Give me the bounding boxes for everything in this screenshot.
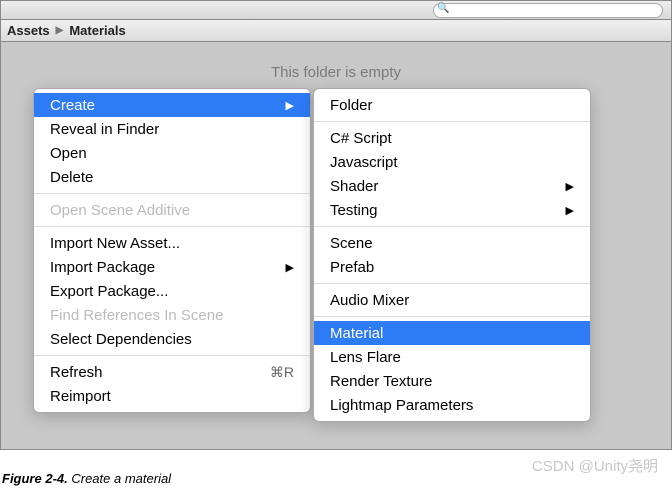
menu-separator	[314, 226, 590, 227]
content-area[interactable]: This folder is empty Create ▶ Reveal in Fi…	[1, 42, 671, 449]
menu-separator	[314, 283, 590, 284]
menu-item-testing[interactable]: Testing ▶	[314, 198, 590, 222]
search-icon: 🔍	[437, 3, 449, 14]
breadcrumb-current[interactable]: Materials	[63, 23, 131, 38]
menu-item-label: Lens Flare	[330, 349, 401, 366]
submenu-arrow-icon: ▶	[566, 204, 574, 217]
menu-item-label: Select Dependencies	[50, 331, 192, 348]
menu-item-export-package-[interactable]: Export Package...	[34, 279, 310, 303]
menu-item-label: Find References In Scene	[50, 307, 223, 324]
menu-item-prefab[interactable]: Prefab	[314, 255, 590, 279]
menu-item-import-new-asset-[interactable]: Import New Asset...	[34, 231, 310, 255]
breadcrumb: Assets ▶ Materials	[1, 20, 671, 42]
menu-separator	[314, 121, 590, 122]
figure-number: Figure 2-4.	[2, 471, 68, 486]
menu-item-label: Prefab	[330, 259, 374, 276]
project-window: 🔍 Assets ▶ Materials This folder is empt…	[0, 0, 672, 450]
menu-item-label: Shader	[330, 178, 378, 195]
menu-item-reimport[interactable]: Reimport	[34, 384, 310, 408]
menu-item-label: Scene	[330, 235, 373, 252]
menu-item-label: Render Texture	[330, 373, 432, 390]
menu-item-javascript[interactable]: Javascript	[314, 150, 590, 174]
menu-item-render-texture[interactable]: Render Texture	[314, 369, 590, 393]
menu-item-label: Testing	[330, 202, 378, 219]
menu-item-label: Create	[50, 97, 95, 114]
menu-item-folder[interactable]: Folder	[314, 93, 590, 117]
menu-separator	[34, 355, 310, 356]
figure-text: Create a material	[68, 471, 171, 486]
search-container: 🔍	[433, 2, 663, 19]
menu-item-scene[interactable]: Scene	[314, 231, 590, 255]
menu-item-label: Open Scene Additive	[50, 202, 190, 219]
menu-item-label: Audio Mixer	[330, 292, 409, 309]
titlebar: 🔍	[1, 0, 671, 20]
menu-item-label: Reveal in Finder	[50, 121, 159, 138]
menu-item-label: Import Package	[50, 259, 155, 276]
menu-item-open[interactable]: Open	[34, 141, 310, 165]
menu-item-label: Material	[330, 325, 383, 342]
menu-item-refresh[interactable]: Refresh ⌘R	[34, 360, 310, 384]
menu-item-label: Export Package...	[50, 283, 168, 300]
watermark: CSDN @Unity尧明	[532, 455, 658, 476]
menu-separator	[314, 316, 590, 317]
menu-item-label: Folder	[330, 97, 373, 114]
submenu-arrow-icon: ▶	[566, 180, 574, 193]
menu-separator	[34, 193, 310, 194]
empty-folder-text: This folder is empty	[1, 64, 671, 81]
chevron-right-icon: ▶	[56, 25, 64, 36]
breadcrumb-root[interactable]: Assets	[1, 23, 56, 38]
figure-caption: Figure 2-4. Create a material	[2, 471, 171, 486]
context-menu: Create ▶ Reveal in Finder Open Delete Open Sc…	[33, 88, 311, 413]
search-input[interactable]	[433, 3, 663, 18]
menu-item-material[interactable]: Material	[314, 321, 590, 345]
menu-item-label: Refresh	[50, 364, 103, 381]
menu-item-label: C# Script	[330, 130, 392, 147]
menu-item-label: Import New Asset...	[50, 235, 180, 252]
menu-item-delete[interactable]: Delete	[34, 165, 310, 189]
shortcut: ⌘R	[270, 364, 294, 381]
menu-item-find-references-in-scene: Find References In Scene	[34, 303, 310, 327]
menu-item-lens-flare[interactable]: Lens Flare	[314, 345, 590, 369]
menu-item-import-package[interactable]: Import Package ▶	[34, 255, 310, 279]
menu-item-shader[interactable]: Shader ▶	[314, 174, 590, 198]
menu-item-label: Lightmap Parameters	[330, 397, 473, 414]
menu-separator	[34, 226, 310, 227]
menu-item-select-dependencies[interactable]: Select Dependencies	[34, 327, 310, 351]
menu-item-c-script[interactable]: C# Script	[314, 126, 590, 150]
menu-item-label: Open	[50, 145, 87, 162]
menu-item-audio-mixer[interactable]: Audio Mixer	[314, 288, 590, 312]
menu-item-label: Reimport	[50, 388, 111, 405]
menu-item-create[interactable]: Create ▶	[34, 93, 310, 117]
menu-item-reveal-in-finder[interactable]: Reveal in Finder	[34, 117, 310, 141]
submenu-arrow-icon: ▶	[286, 261, 294, 274]
create-submenu: Folder C# Script Javascript Shader ▶ Testing ▶…	[313, 88, 591, 422]
submenu-arrow-icon: ▶	[286, 99, 294, 112]
menu-item-label: Javascript	[330, 154, 398, 171]
menu-item-lightmap-parameters[interactable]: Lightmap Parameters	[314, 393, 590, 417]
menu-item-label: Delete	[50, 169, 93, 186]
menu-item-open-scene-additive: Open Scene Additive	[34, 198, 310, 222]
